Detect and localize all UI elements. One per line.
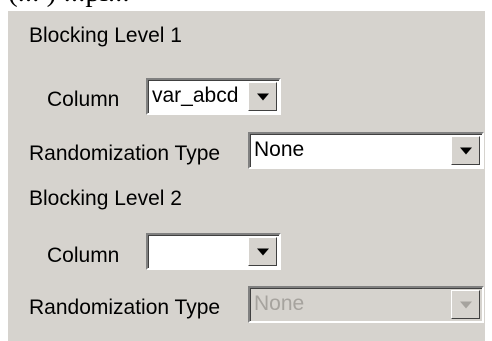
level-2-column-label: Column xyxy=(47,244,120,267)
level-2-column-dropdown[interactable] xyxy=(146,233,281,270)
level-1-randomization-dropdown-button[interactable] xyxy=(451,136,480,165)
level-1-column-dropdown-button[interactable] xyxy=(248,82,277,111)
chevron-down-icon xyxy=(459,301,472,308)
level-1-randomization-label: Randomization Type xyxy=(29,142,221,165)
chevron-down-icon xyxy=(256,248,269,255)
blocking-settings-panel: Blocking Level 1 Column var_abcd Randomi… xyxy=(7,10,485,341)
level-1-column-value: var_abcd xyxy=(152,84,239,107)
cropped-caption-text: (... ) ...pi... xyxy=(0,0,492,10)
level-1-column-label: Column xyxy=(47,88,120,111)
chevron-down-icon xyxy=(256,93,269,100)
level-2-column-dropdown-button[interactable] xyxy=(248,237,277,266)
level-2-randomization-label: Randomization Type xyxy=(29,296,221,319)
blocking-level-1-heading: Blocking Level 1 xyxy=(29,24,182,47)
level-2-randomization-dropdown-button[interactable] xyxy=(451,290,480,319)
level-1-randomization-dropdown[interactable]: None xyxy=(248,132,484,169)
level-1-column-dropdown[interactable]: var_abcd xyxy=(146,78,281,115)
chevron-down-icon xyxy=(459,147,472,154)
level-2-randomization-value: None xyxy=(254,292,305,315)
level-2-randomization-dropdown[interactable]: None xyxy=(248,286,484,323)
blocking-level-2-heading: Blocking Level 2 xyxy=(29,187,182,210)
level-1-randomization-value: None xyxy=(254,138,305,161)
